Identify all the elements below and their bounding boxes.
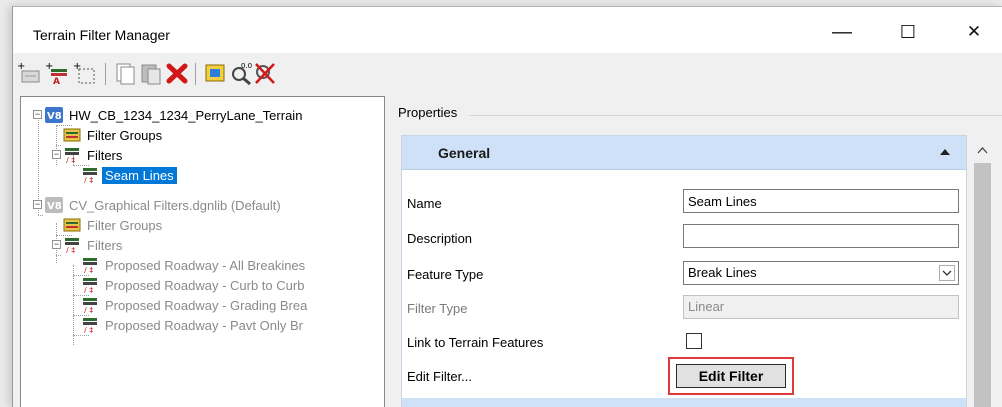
scroll-up-icon[interactable] bbox=[974, 143, 991, 159]
edit-filter-highlight: Edit Filter bbox=[668, 357, 794, 395]
chevron-down-icon[interactable] bbox=[939, 265, 955, 281]
filter-icon: / ‡ bbox=[81, 277, 99, 295]
tree-item-filter[interactable]: / ‡ Proposed Roadway - All Breakines bbox=[81, 255, 308, 275]
new-group-icon[interactable]: + bbox=[73, 61, 97, 85]
tree-item-filter-groups[interactable]: Filter Groups bbox=[63, 215, 165, 235]
svg-text:/ ‡: / ‡ bbox=[84, 266, 93, 273]
svg-text:+: + bbox=[73, 61, 81, 72]
next-group-header bbox=[402, 398, 966, 407]
svg-text:+: + bbox=[17, 61, 25, 72]
tree-item-dgnlib[interactable]: V8 CV_Graphical Filters.dgnlib (Default) bbox=[45, 195, 284, 215]
tree-item-label: Proposed Roadway - Curb to Curb bbox=[105, 277, 305, 293]
clear-icon[interactable] bbox=[253, 61, 277, 85]
feature-type-select[interactable]: Break Lines bbox=[683, 261, 959, 285]
svg-text:/ ‡: / ‡ bbox=[84, 326, 93, 333]
svg-text:/ ‡: / ‡ bbox=[66, 246, 75, 253]
tree-item-filters[interactable]: / ‡ Filters bbox=[63, 235, 125, 255]
expander-collapse[interactable]: − bbox=[52, 240, 61, 249]
svg-text:V8: V8 bbox=[47, 111, 62, 122]
link-to-terrain-label: Link to Terrain Features bbox=[407, 335, 544, 350]
tree-item-filters[interactable]: / ‡ Filters bbox=[63, 145, 125, 165]
preview-icon[interactable]: 0.0 bbox=[229, 61, 253, 86]
minimize-button[interactable]: — bbox=[819, 15, 865, 49]
tree-item-label: Proposed Roadway - Pavt Only Br bbox=[105, 317, 303, 333]
scrollbar-thumb[interactable] bbox=[974, 163, 991, 407]
tree-item-terrain[interactable]: V8 HW_CB_1234_1234_PerryLane_Terrain bbox=[45, 105, 305, 125]
svg-text:/ ‡: / ‡ bbox=[84, 176, 93, 183]
tree-item-label: Filter Groups bbox=[87, 127, 163, 143]
tree-item-filter[interactable]: / ‡ Proposed Roadway - Grading Brea bbox=[81, 295, 310, 315]
filters-icon: / ‡ bbox=[63, 237, 81, 255]
svg-text:/ ‡: / ‡ bbox=[66, 156, 75, 163]
terrain-filter-manager-window: Terrain Filter Manager — ☐ ✕ + + A + 0.0… bbox=[12, 6, 1002, 407]
filter-type-value: Linear bbox=[688, 299, 725, 314]
tree-item-label: Filters bbox=[87, 147, 123, 163]
filter-icon: / ‡ bbox=[81, 257, 99, 275]
filter-type-label: Filter Type bbox=[407, 301, 468, 316]
title-bar: Terrain Filter Manager — ☐ ✕ bbox=[13, 7, 1002, 53]
tree-item-label: CV_Graphical Filters.dgnlib (Default) bbox=[69, 197, 281, 213]
description-field[interactable] bbox=[683, 224, 959, 248]
close-button[interactable]: ✕ bbox=[951, 15, 997, 49]
expander-collapse[interactable]: − bbox=[52, 150, 61, 159]
properties-divider bbox=[469, 115, 1002, 116]
description-label: Description bbox=[407, 231, 473, 246]
toolbar-separator bbox=[105, 63, 106, 85]
tree-item-filter-groups[interactable]: Filter Groups bbox=[63, 125, 165, 145]
toolbar: + + A + 0.0 bbox=[13, 53, 1002, 93]
feature-type-value: Break Lines bbox=[688, 265, 757, 280]
chevron-up-icon[interactable] bbox=[938, 145, 952, 159]
tree-item-label: Seam Lines bbox=[102, 166, 177, 184]
filters-icon: / ‡ bbox=[63, 147, 81, 165]
paste-icon[interactable] bbox=[139, 61, 163, 85]
filter-groups-icon bbox=[63, 127, 81, 143]
svg-text:0.0: 0.0 bbox=[241, 62, 252, 70]
dgnlib-icon: V8 bbox=[45, 197, 63, 213]
tree-item-label: Filter Groups bbox=[87, 217, 163, 233]
expander-collapse[interactable]: − bbox=[33, 110, 42, 119]
tree-item-label: Proposed Roadway - Grading Brea bbox=[105, 297, 308, 313]
window-title: Terrain Filter Manager bbox=[33, 27, 170, 43]
tree-item-seam-lines[interactable]: / ‡ Seam Lines bbox=[81, 165, 177, 185]
edit-filter-label: Edit Filter... bbox=[407, 369, 473, 384]
maximize-button[interactable]: ☐ bbox=[885, 15, 931, 49]
expander-collapse[interactable]: − bbox=[33, 200, 42, 209]
tree-item-filter[interactable]: / ‡ Proposed Roadway - Curb to Curb bbox=[81, 275, 307, 295]
edit-filter-button[interactable]: Edit Filter bbox=[676, 364, 786, 388]
copy-icon[interactable] bbox=[113, 61, 137, 85]
name-label: Name bbox=[407, 196, 442, 211]
filter-icon: / ‡ bbox=[81, 167, 99, 185]
properties-header: Properties bbox=[398, 105, 458, 120]
filter-groups-icon bbox=[63, 217, 81, 233]
properties-panel: General Name Description Feature Type Br… bbox=[401, 135, 967, 407]
new-filter-icon[interactable]: + A bbox=[45, 61, 69, 87]
delete-icon[interactable] bbox=[165, 61, 189, 85]
svg-text:/ ‡: / ‡ bbox=[84, 286, 93, 293]
svg-text:/ ‡: / ‡ bbox=[84, 306, 93, 313]
name-field[interactable] bbox=[683, 189, 959, 213]
new-terrain-icon[interactable]: + bbox=[17, 61, 41, 85]
filter-icon: / ‡ bbox=[81, 297, 99, 315]
filter-type-field: Linear bbox=[683, 295, 959, 319]
vertical-scrollbar[interactable] bbox=[970, 135, 994, 407]
toolbar-separator bbox=[195, 63, 196, 85]
select-icon[interactable] bbox=[203, 61, 227, 85]
group-title: General bbox=[438, 145, 491, 161]
tree-item-label: Filters bbox=[87, 237, 123, 253]
tree-item-label: HW_CB_1234_1234_PerryLane_Terrain bbox=[69, 107, 303, 123]
terrain-model-icon: V8 bbox=[45, 107, 63, 123]
filter-tree[interactable]: − V8 HW_CB_1234_1234_PerryLane_Terrain F… bbox=[20, 96, 385, 407]
tree-item-label: Proposed Roadway - All Breakines bbox=[105, 257, 306, 273]
svg-text:V8: V8 bbox=[47, 201, 62, 212]
filter-icon: / ‡ bbox=[81, 317, 99, 335]
link-to-terrain-checkbox[interactable] bbox=[686, 333, 702, 349]
feature-type-label: Feature Type bbox=[407, 267, 484, 282]
tree-item-filter[interactable]: / ‡ Proposed Roadway - Pavt Only Br bbox=[81, 315, 306, 335]
general-group-header[interactable]: General bbox=[402, 136, 966, 170]
svg-text:A: A bbox=[53, 77, 60, 85]
